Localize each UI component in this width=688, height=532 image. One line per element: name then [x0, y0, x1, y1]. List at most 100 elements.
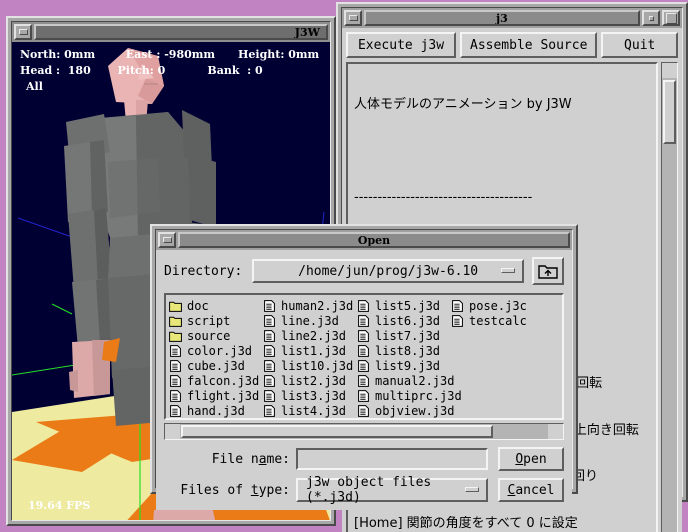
file-icon	[264, 314, 275, 327]
list-item[interactable]: doc	[169, 298, 263, 313]
list-item-label: list6.j3d	[375, 313, 441, 328]
scroll-up-arrow[interactable]	[662, 63, 677, 78]
list-item-label: doc	[187, 298, 209, 313]
open-dialog[interactable]: Open Directory: /home/jun/prog/j3w-6.10	[150, 224, 578, 510]
file-icon	[264, 389, 275, 402]
file-icon	[452, 314, 463, 327]
chevron-down-icon[interactable]	[465, 487, 479, 492]
list-item[interactable]: human2.j3d	[263, 298, 357, 313]
file-icon	[358, 359, 369, 372]
list-item[interactable]: list10.j3d	[263, 358, 357, 373]
file-icon	[264, 359, 275, 372]
file-list-wrap: doc script source color.j3d cube.j3d falcon.j…	[164, 293, 564, 440]
list-item[interactable]: source	[169, 328, 263, 343]
list-item[interactable]: multiprc.j3d	[357, 388, 462, 403]
list-item-label: list2.j3d	[281, 373, 347, 388]
j3w-titlebar[interactable]: J3W	[12, 22, 330, 42]
scroll-thumb-horizontal[interactable]	[181, 425, 493, 438]
up-folder-glyph	[538, 265, 558, 279]
list-item[interactable]: list7.j3d	[357, 328, 451, 343]
scroll-right-arrow[interactable]	[548, 424, 563, 439]
j3-titlebar[interactable]: j3	[342, 8, 682, 28]
file-icon	[264, 344, 275, 357]
filename-row: File name: Open	[164, 447, 564, 471]
help-line: --------------------------------------	[354, 190, 533, 205]
list-item-label: line.j3d	[281, 313, 339, 328]
list-item[interactable]: list4.j3d	[263, 403, 357, 418]
file-icon	[170, 344, 181, 357]
open-button[interactable]: Open	[498, 447, 564, 471]
filetype-combo[interactable]: j3w object files (*.j3d)	[296, 475, 488, 505]
list-item[interactable]: line2.j3d	[263, 328, 357, 343]
list-item[interactable]: list6.j3d	[357, 313, 451, 328]
list-item[interactable]: line.j3d	[263, 313, 357, 328]
minimize-icon[interactable]	[158, 232, 176, 248]
list-item-label: list7.j3d	[375, 328, 441, 343]
list-item-label: flight.j3d	[187, 388, 260, 403]
filetype-value: j3w object files (*.j3d)	[306, 475, 432, 505]
directory-combo[interactable]: /home/jun/prog/j3w-6.10	[252, 259, 524, 283]
maximize-icon[interactable]	[662, 10, 680, 26]
help-line: [Home] 関節の角度をすべて 0 に設定	[354, 515, 578, 531]
desktop: J3W North: 0mm East: -980mm Height: 0mm…	[0, 0, 688, 532]
folder-icon	[169, 301, 182, 312]
file-icon	[358, 374, 369, 387]
scroll-track-horizontal[interactable]	[180, 424, 548, 439]
directory-value: /home/jun/prog/j3w-6.10	[298, 263, 479, 279]
filetype-label: Files of type:	[180, 482, 290, 498]
list-item[interactable]: color.j3d	[169, 343, 263, 358]
list-item-label: list8.j3d	[375, 343, 441, 358]
list-item[interactable]: list8.j3d	[357, 343, 451, 358]
list-item[interactable]: list5.j3d	[357, 298, 451, 313]
file-list-column: human2.j3d line.j3d line2.j3d list1.j3d list…	[263, 298, 357, 418]
list-item[interactable]: script	[169, 313, 263, 328]
list-item-label: source	[187, 328, 231, 343]
filename-input[interactable]	[296, 448, 488, 470]
quit-button[interactable]: Quit	[601, 32, 678, 58]
file-icon	[170, 404, 181, 417]
list-item[interactable]: objview.j3d	[357, 403, 454, 418]
file-list[interactable]: doc script source color.j3d cube.j3d falcon.j…	[164, 293, 564, 420]
list-item[interactable]: list9.j3d	[357, 358, 451, 373]
scroll-thumb[interactable]	[663, 80, 676, 144]
list-item[interactable]: hand.j3d	[169, 403, 263, 418]
list-item-label: script	[187, 313, 231, 328]
list-item[interactable]: pose.j3c	[451, 298, 545, 313]
file-icon	[358, 329, 369, 342]
list-item[interactable]: falcon.j3d	[169, 373, 263, 388]
scroll-left-arrow[interactable]	[165, 424, 180, 439]
list-item[interactable]: list3.j3d	[263, 388, 357, 403]
file-list-column: doc script source color.j3d cube.j3d falcon.j…	[169, 298, 263, 418]
list-item-label: list10.j3d	[281, 358, 354, 373]
list-item-label: color.j3d	[187, 343, 253, 358]
scroll-track[interactable]	[662, 78, 677, 532]
file-icon	[358, 299, 369, 312]
list-item[interactable]: manual2.j3d	[357, 373, 454, 388]
minimize-icon[interactable]	[14, 24, 32, 40]
file-list-horizontal-scrollbar[interactable]	[164, 423, 564, 440]
list-item-label: list1.j3d	[281, 343, 347, 358]
list-item-label: multiprc.j3d	[375, 388, 462, 403]
list-item[interactable]: list1.j3d	[263, 343, 357, 358]
list-item[interactable]: testcalc	[451, 313, 545, 328]
up-folder-icon[interactable]	[532, 257, 564, 285]
cancel-button[interactable]: Cancel	[498, 478, 564, 502]
chevron-down-icon[interactable]	[501, 268, 515, 273]
list-item[interactable]: flight.j3d	[169, 388, 263, 403]
assemble-source-button[interactable]: Assemble Source	[460, 32, 598, 58]
list-item[interactable]: list2.j3d	[263, 373, 357, 388]
file-icon	[358, 314, 369, 327]
fps-counter: 19.64 FPS	[28, 499, 91, 512]
file-icon	[358, 389, 369, 402]
j3-vertical-scrollbar[interactable]	[661, 62, 678, 532]
list-item[interactable]: cube.j3d	[169, 358, 263, 373]
execute-j3w-button[interactable]: Execute j3w	[346, 32, 456, 58]
minimize-icon[interactable]	[344, 10, 362, 26]
open-dialog-titlebar[interactable]: Open	[156, 230, 572, 250]
hud-orientation-line: Head : 180 Pitch: 0 Bank : 0	[20, 64, 263, 77]
help-line: 人体モデルのアニメーション by J3W	[354, 97, 572, 112]
list-item-label: list9.j3d	[375, 358, 441, 373]
file-icon	[264, 404, 275, 417]
file-list-column: list5.j3d list6.j3d list7.j3d list8.j3d list…	[357, 298, 462, 418]
restore-icon[interactable]	[642, 10, 660, 26]
